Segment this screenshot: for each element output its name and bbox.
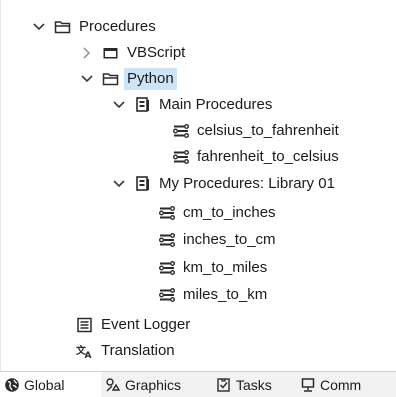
tree-node-translation[interactable]: 文A Translation — [76, 339, 178, 363]
tab-comm[interactable]: Comm — [296, 372, 396, 397]
procedure-icon — [159, 206, 175, 220]
tree-node-procedures[interactable]: Procedures — [32, 15, 159, 39]
tree-node-label: Python — [124, 68, 177, 90]
comm-icon — [301, 377, 315, 392]
folder-icon — [103, 48, 118, 59]
tree-node-event-logger[interactable]: Event Logger — [76, 313, 193, 337]
procedure-icon — [173, 124, 189, 138]
tree-node-vbscript[interactable]: VBScript — [80, 41, 188, 65]
tab-global[interactable]: Global — [0, 372, 102, 397]
chevron-down-icon[interactable] — [32, 20, 46, 34]
graphics-icon — [106, 377, 121, 391]
tree-node-label: Event Logger — [101, 316, 191, 333]
project-tree-panel: Procedures VBScript Python Main Procedur… — [0, 0, 396, 397]
tree-node-python[interactable]: Python — [80, 67, 177, 91]
tab-label: Global — [24, 376, 65, 393]
library-icon — [136, 97, 149, 112]
chevron-down-icon[interactable] — [112, 98, 126, 112]
procedure-icon — [159, 261, 175, 275]
folder-open-icon — [102, 73, 119, 86]
tree-node-label: My Procedures: Library 01 — [159, 175, 335, 192]
svg-text:A: A — [85, 351, 92, 359]
library-icon — [136, 176, 149, 191]
tab-tasks[interactable]: Tasks — [212, 372, 297, 397]
tree-node-label: celsius_to_fahrenheit — [197, 122, 339, 139]
tab-label: Comm — [320, 376, 362, 393]
tree-node-label: Main Procedures — [159, 96, 273, 113]
tab-graphics[interactable]: Graphics — [101, 372, 213, 397]
tree-node-label: km_to_miles — [183, 259, 268, 276]
procedure-icon — [173, 150, 189, 164]
tree-node-label: inches_to_cm — [183, 231, 276, 248]
tree-node-label: cm_to_inches — [183, 204, 276, 221]
chevron-down-icon[interactable] — [112, 177, 126, 191]
tree-node-km-to-miles[interactable]: km_to_miles — [158, 256, 270, 280]
procedure-icon — [159, 233, 175, 247]
tree-node-label: Procedures — [79, 18, 156, 35]
tree-node-label: Translation — [101, 342, 175, 359]
translation-icon: 文A — [76, 344, 92, 359]
tab-label: Tasks — [236, 376, 272, 393]
procedure-icon — [159, 288, 175, 302]
chevron-right-icon[interactable] — [80, 46, 94, 60]
tasks-icon — [217, 377, 230, 392]
tab-label: Graphics — [125, 376, 182, 393]
tree-node-label: fahrenheit_to_celsius — [197, 148, 339, 165]
tree-node-fahrenheit-to-celsius[interactable]: fahrenheit_to_celsius — [172, 145, 342, 169]
tree-node-cm-to-inches[interactable]: cm_to_inches — [158, 201, 279, 225]
tree-node-label: miles_to_km — [183, 286, 268, 303]
tree-node-main-procedures[interactable]: Main Procedures — [112, 93, 275, 117]
tree-node-label: VBScript — [127, 44, 186, 61]
folder-open-icon — [54, 21, 71, 34]
globe-icon — [5, 377, 19, 392]
event-logger-icon — [77, 317, 92, 333]
chevron-down-icon[interactable] — [80, 72, 94, 86]
tree-node-inches-to-cm[interactable]: inches_to_cm — [158, 228, 279, 252]
tree-node-miles-to-km[interactable]: miles_to_km — [158, 283, 270, 307]
bottom-tab-bar: Global Graphics Tasks Comm — [0, 371, 396, 397]
tree-node-celsius-to-fahrenheit[interactable]: celsius_to_fahrenheit — [172, 119, 342, 143]
tree-node-my-procedures[interactable]: My Procedures: Library 01 — [112, 172, 338, 196]
panel-border — [0, 0, 1, 396]
